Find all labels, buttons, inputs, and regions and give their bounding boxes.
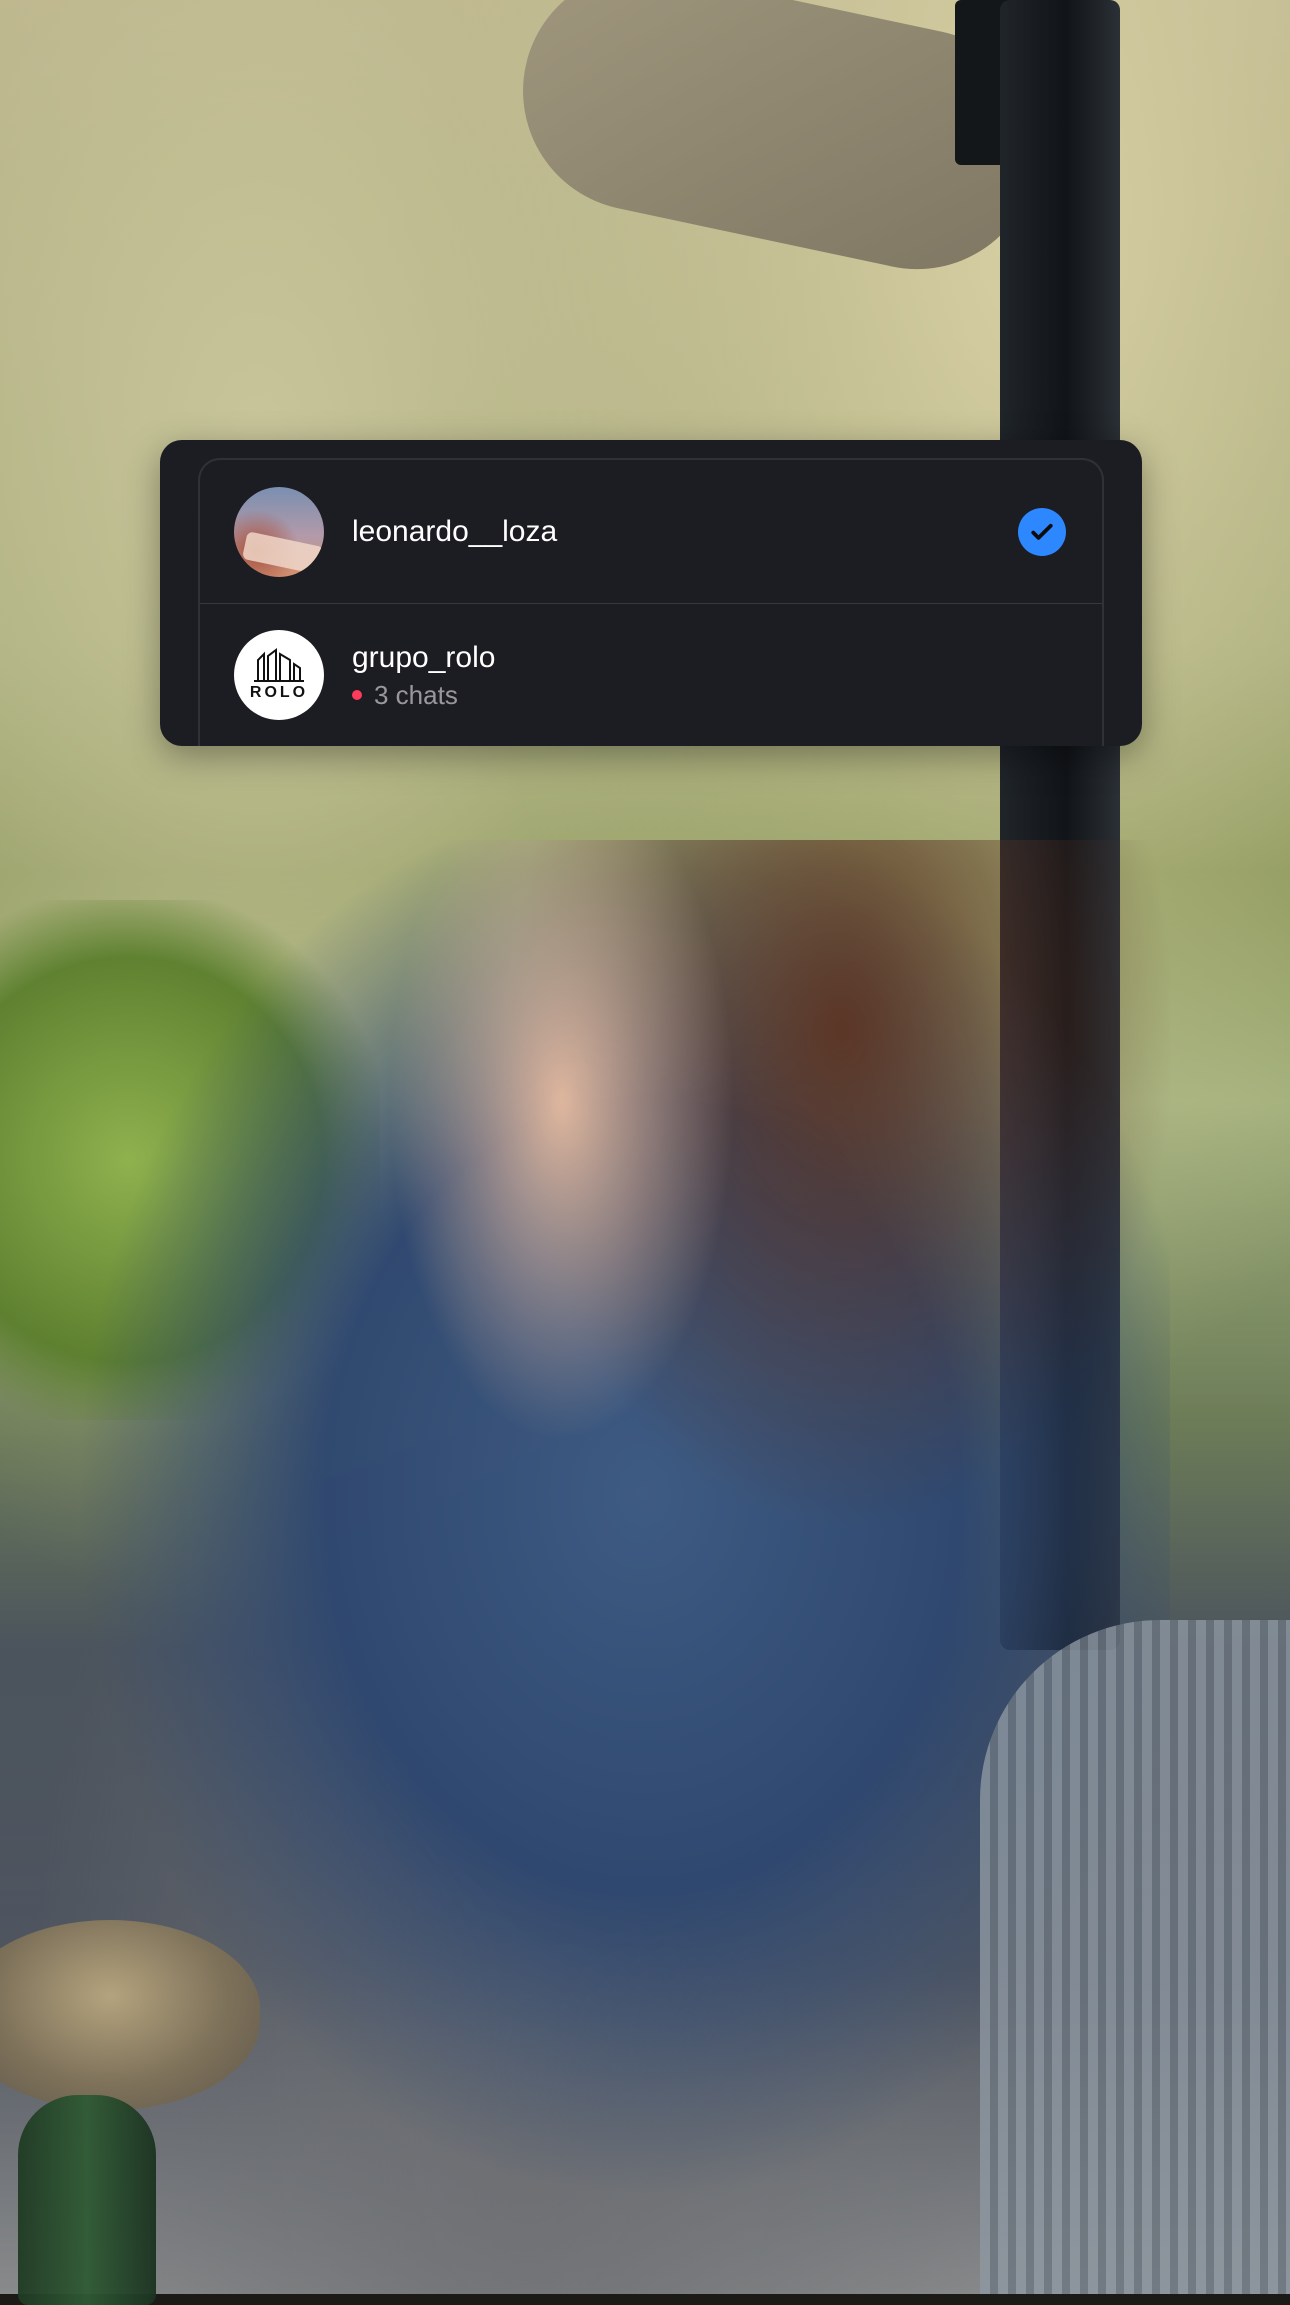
account-text: leonardo__loza bbox=[352, 515, 557, 549]
profile-photo-icon bbox=[234, 486, 324, 577]
account-meta: 3 chats bbox=[352, 681, 495, 709]
account-username: leonardo__loza bbox=[352, 514, 558, 548]
checkmark-icon bbox=[1031, 523, 1053, 540]
account-username: grupo_rolo bbox=[352, 640, 496, 674]
account-text: grupo_rolo 3 chats bbox=[352, 641, 495, 709]
chair-right bbox=[980, 1620, 1290, 2294]
rolo-logo-text: ROLO bbox=[249, 683, 309, 701]
bottle bbox=[18, 2095, 156, 2305]
account-switcher: leonardo__loza ROLO grupo_rolo 3 chats bbox=[160, 440, 1142, 746]
account-row-grupo-rolo[interactable]: ROLO grupo_rolo 3 chats bbox=[200, 603, 1102, 746]
unread-dot bbox=[352, 689, 362, 700]
selected-checkmark-icon bbox=[1018, 507, 1066, 556]
chat-count: 3 chats bbox=[374, 679, 458, 710]
account-list: leonardo__loza ROLO grupo_rolo 3 chats bbox=[198, 458, 1104, 746]
rolo-logo-icon: ROLO bbox=[234, 629, 324, 720]
building-icon bbox=[254, 647, 304, 682]
account-row-leonardo[interactable]: leonardo__loza bbox=[200, 460, 1102, 603]
